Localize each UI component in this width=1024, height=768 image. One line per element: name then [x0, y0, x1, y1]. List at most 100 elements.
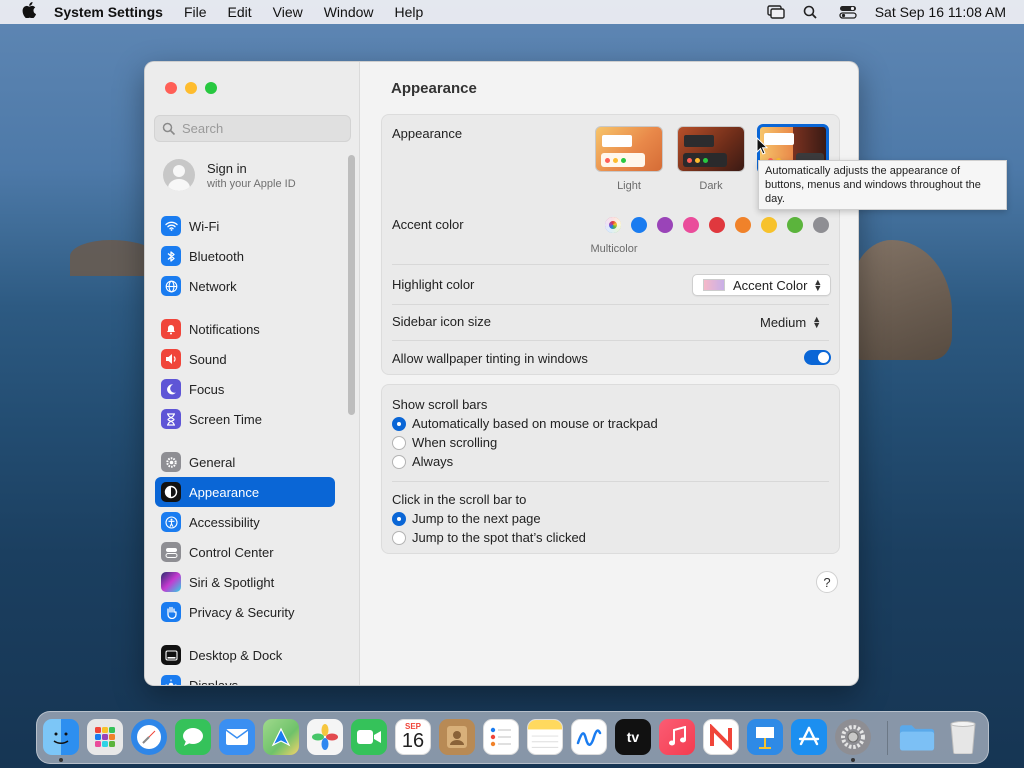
messages-icon[interactable]: [175, 719, 211, 755]
reminders-icon[interactable]: [483, 719, 519, 755]
accent-purple-swatch[interactable]: [657, 217, 673, 233]
sidebar-item-privacy[interactable]: Privacy & Security: [155, 597, 335, 627]
radio-button[interactable]: [392, 416, 406, 431]
music-icon[interactable]: [659, 719, 695, 755]
menu-edit[interactable]: Edit: [228, 4, 252, 20]
search-input[interactable]: [182, 121, 342, 136]
sidebar-item-general[interactable]: General: [155, 447, 335, 477]
accent-blue-swatch[interactable]: [631, 217, 647, 233]
sidebar-item-displays[interactable]: Displays: [155, 670, 335, 686]
sidebar-item-label: Sound: [189, 351, 227, 367]
sidebar-item-bluetooth[interactable]: Bluetooth: [155, 241, 335, 271]
sidebar-item-sound[interactable]: Sound: [155, 344, 335, 374]
spotlight-search-icon[interactable]: [803, 5, 821, 19]
radio-label: Automatically based on mouse or trackpad: [412, 416, 658, 431]
sidebar-icon-size-value: Medium: [760, 314, 807, 330]
accent-orange-swatch[interactable]: [735, 217, 751, 233]
zoom-window-button[interactable]: [205, 82, 217, 94]
accent-caption: Multicolor: [590, 243, 638, 255]
scrollbars-when-scrolling-radio[interactable]: When scrolling: [392, 435, 497, 450]
radio-button[interactable]: [392, 511, 406, 526]
divider: [392, 304, 829, 305]
accent-graphite-swatch[interactable]: [813, 217, 829, 233]
app-store-icon[interactable]: [791, 719, 827, 755]
menu-view[interactable]: View: [273, 4, 303, 20]
tv-icon[interactable]: tv: [615, 719, 651, 755]
wallpaper-tinting-toggle[interactable]: [804, 350, 831, 365]
keynote-icon[interactable]: [747, 719, 783, 755]
mouse-cursor-icon: [756, 137, 768, 155]
accent-yellow-swatch[interactable]: [761, 217, 777, 233]
sidebar-item-label: Appearance: [189, 484, 260, 500]
appearance-dark-option[interactable]: [677, 126, 745, 172]
page-title: Appearance: [391, 80, 477, 97]
scrollbars-always-radio[interactable]: Always: [392, 454, 453, 469]
close-window-button[interactable]: [165, 82, 177, 94]
control-center-icon[interactable]: [839, 5, 857, 19]
sidebar-item-label: Control Center: [189, 544, 274, 560]
sidebar-item-desktop-dock[interactable]: Desktop & Dock: [155, 640, 335, 670]
sidebar-icon-size-popup[interactable]: Medium ▲ ▼: [760, 311, 835, 333]
apple-id-signin[interactable]: Sign in with your Apple ID: [163, 159, 296, 191]
minimize-window-button[interactable]: [185, 82, 197, 94]
appearance-light-option[interactable]: [595, 126, 663, 172]
siri-icon: [161, 572, 181, 592]
facetime-icon[interactable]: [351, 719, 387, 755]
sidebar-item-appearance[interactable]: Appearance: [155, 477, 335, 507]
help-button[interactable]: ?: [816, 571, 838, 593]
sidebar-item-label: Accessibility: [189, 514, 260, 530]
finder-icon[interactable]: [43, 719, 79, 755]
apple-menu-icon[interactable]: [18, 1, 40, 23]
sidebar-item-notifications[interactable]: Notifications: [155, 314, 335, 344]
radio-button[interactable]: [392, 530, 406, 545]
menu-clock[interactable]: Sat Sep 16 11:08 AM: [875, 4, 1006, 20]
accent-green-swatch[interactable]: [787, 217, 803, 233]
radio-button[interactable]: [392, 454, 406, 469]
tv-label: tv: [626, 729, 640, 745]
wallpaper-tinting-label: Allow wallpaper tinting in windows: [392, 351, 588, 366]
sidebar-item-focus[interactable]: Focus: [155, 374, 335, 404]
sidebar-item-accessibility[interactable]: Accessibility: [155, 507, 335, 537]
menu-app-name[interactable]: System Settings: [54, 4, 163, 20]
accent-pink-swatch[interactable]: [683, 217, 699, 233]
search-field[interactable]: [154, 115, 351, 142]
hourglass-icon: [161, 409, 181, 429]
highlight-color-label: Highlight color: [392, 277, 475, 292]
sidebar-item-siri[interactable]: Siri & Spotlight: [155, 567, 335, 597]
calendar-icon[interactable]: SEP 16: [395, 719, 431, 755]
sidebar-item-wifi[interactable]: Wi-Fi: [155, 211, 335, 241]
menu-file[interactable]: File: [184, 4, 207, 20]
dock: SEP 16 tv: [36, 711, 989, 764]
menu-help[interactable]: Help: [395, 4, 424, 20]
signin-subtitle: with your Apple ID: [207, 177, 296, 190]
trash-icon[interactable]: [945, 719, 981, 755]
menu-window[interactable]: Window: [324, 4, 374, 20]
contacts-icon[interactable]: [439, 719, 475, 755]
accent-multicolor-swatch[interactable]: [605, 217, 621, 233]
maps-icon[interactable]: [263, 719, 299, 755]
photos-icon[interactable]: [307, 719, 343, 755]
sidebar-item-screen-time[interactable]: Screen Time: [155, 404, 335, 434]
folder-icon[interactable]: [899, 719, 935, 755]
sidebar-item-label: Siri & Spotlight: [189, 574, 275, 590]
sidebar-item-label: Displays: [189, 677, 239, 686]
click-next-page-radio[interactable]: Jump to the next page: [392, 511, 541, 526]
accent-red-swatch[interactable]: [709, 217, 725, 233]
notes-icon[interactable]: [527, 719, 563, 755]
moon-icon: [161, 379, 181, 399]
system-settings-icon[interactable]: [835, 719, 871, 755]
sidebar-item-network[interactable]: Network: [155, 271, 335, 301]
freeform-icon[interactable]: [571, 719, 607, 755]
safari-icon[interactable]: [131, 719, 167, 755]
scrollbars-auto-radio[interactable]: Automatically based on mouse or trackpad: [392, 416, 658, 431]
settings-content: Appearance Appearance Light Dark Accent …: [361, 62, 858, 685]
mail-icon[interactable]: [219, 719, 255, 755]
screen-mirroring-icon[interactable]: [767, 5, 785, 19]
sidebar-item-control-center[interactable]: Control Center: [155, 537, 335, 567]
click-spot-radio[interactable]: Jump to the spot that’s clicked: [392, 530, 586, 545]
sidebar-scrollbar[interactable]: [348, 155, 355, 415]
highlight-color-popup[interactable]: Accent Color ▲ ▼: [692, 274, 831, 296]
radio-button[interactable]: [392, 435, 406, 450]
launchpad-icon[interactable]: [87, 719, 123, 755]
news-icon[interactable]: [703, 719, 739, 755]
